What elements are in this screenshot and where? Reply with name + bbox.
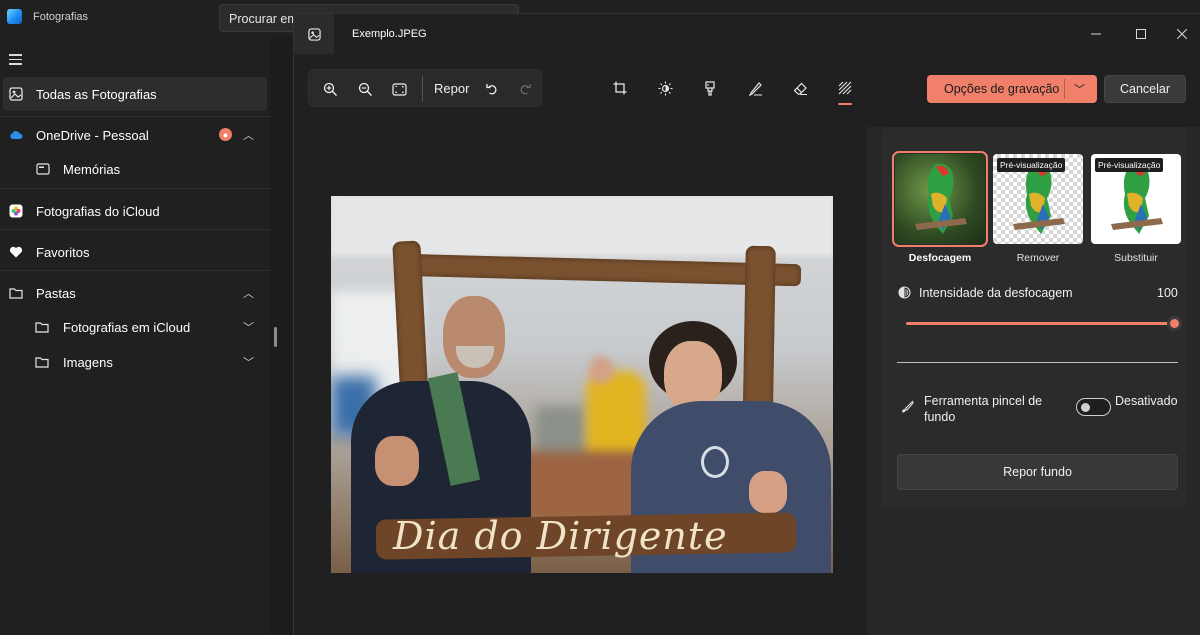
parrot-thumbnail — [915, 163, 967, 234]
brightness-icon[interactable] — [655, 78, 675, 98]
chevron-up-icon[interactable]: ︿ — [243, 127, 254, 143]
erase-icon[interactable] — [790, 78, 810, 98]
sidebar-item-label: Todas as Fotografias — [36, 86, 157, 102]
preview-tag: Pré-visualização — [1095, 158, 1164, 172]
background-icon[interactable] — [835, 78, 855, 98]
editor-window: Exemplo.JPEG Repor Opções de gravação ﹀ … — [293, 13, 1200, 635]
remove-option-label: Remover — [1016, 252, 1060, 264]
brush-tool-toggle[interactable] — [1076, 398, 1111, 416]
sidebar-item-folders[interactable]: Pastas ︿ — [0, 276, 270, 310]
intensity-slider-thumb[interactable] — [1166, 316, 1182, 331]
divider — [0, 116, 270, 117]
sync-status-badge: ● — [219, 128, 232, 141]
sidebar-item-label: Favoritos — [36, 244, 90, 260]
folder-icon — [35, 355, 49, 369]
crop-icon[interactable] — [610, 78, 630, 98]
sidebar-item-label: Fotografias em iCloud — [63, 319, 191, 335]
save-options-button[interactable]: Opções de gravação ﹀ — [927, 75, 1097, 103]
split-button-separator — [1064, 79, 1065, 99]
background-options-card: Desfocagem Pré-visualização Remover Pré-… — [882, 127, 1186, 507]
sidebar-item-favorites[interactable]: Favoritos — [0, 235, 270, 269]
sidebar-item-memories[interactable]: Memórias — [0, 152, 270, 186]
zoom-toolbar: Repor — [308, 69, 542, 107]
folder-icon — [35, 320, 49, 334]
divider — [0, 229, 270, 230]
photo-canvas[interactable]: Dia do Dirigente — [331, 196, 833, 573]
cancel-button[interactable]: Cancelar — [1104, 75, 1186, 103]
sidebar-item-label: Memórias — [63, 161, 121, 177]
blur-option[interactable] — [892, 151, 988, 247]
sidebar-item-label: Imagens — [63, 354, 113, 370]
fit-to-window-icon[interactable] — [389, 79, 409, 99]
scrollbar-thumb[interactable] — [274, 327, 277, 347]
markup-icon[interactable] — [745, 78, 765, 98]
reset-button[interactable]: Repor — [434, 81, 469, 96]
photos-app-icon — [7, 9, 22, 24]
sidebar-item-icloud[interactable]: Fotografias do iCloud — [0, 194, 270, 228]
memories-icon — [36, 162, 50, 176]
section-divider — [897, 362, 1178, 363]
intensity-value: 100 — [1157, 286, 1178, 300]
replace-option-label: Substituir — [1114, 252, 1158, 264]
sidebar-item-images[interactable]: Imagens ﹀ — [0, 345, 270, 379]
heart-icon — [9, 245, 23, 259]
photo-gallery-icon — [9, 87, 23, 101]
redo-icon[interactable] — [515, 79, 535, 99]
sidebar-item-label: Pastas — [36, 285, 76, 301]
toolbar-separator — [422, 76, 423, 102]
divider — [0, 188, 270, 189]
save-options-label: Opções de gravação — [944, 82, 1060, 96]
sidebar: Todas as Fotografias OneDrive - Pessoal … — [0, 36, 270, 635]
zoom-out-icon[interactable] — [355, 79, 375, 99]
active-tool-indicator — [838, 103, 852, 105]
chevron-up-icon[interactable]: ︿ — [243, 285, 254, 301]
chevron-down-icon[interactable]: ﹀ — [1074, 81, 1085, 97]
app-title: Fotografias — [33, 11, 89, 23]
maximize-icon[interactable] — [1133, 26, 1149, 42]
reset-background-button[interactable]: Repor fundo — [897, 454, 1178, 490]
blur-intensity-icon — [898, 286, 911, 299]
sidebar-item-label: Fotografias do iCloud — [36, 203, 160, 219]
background-panel: Desfocagem Pré-visualização Remover Pré-… — [867, 127, 1200, 635]
sidebar-item-icloud-folder[interactable]: Fotografias em iCloud ﹀ — [0, 310, 270, 344]
divider — [0, 270, 270, 271]
chevron-down-icon[interactable]: ﹀ — [243, 319, 254, 335]
hamburger-menu-icon[interactable] — [9, 54, 22, 65]
intensity-label: Intensidade da desfocagem — [919, 286, 1073, 300]
cloud-icon — [9, 128, 23, 142]
sidebar-item-all-photos[interactable]: Todas as Fotografias — [3, 77, 267, 111]
blur-option-label: Desfocagem — [908, 252, 972, 264]
preview-tag: Pré-visualização — [997, 158, 1066, 172]
intensity-slider-track[interactable] — [906, 322, 1174, 325]
sidebar-item-onedrive[interactable]: OneDrive - Pessoal ● ︿ — [0, 118, 270, 152]
minimize-icon[interactable] — [1088, 26, 1104, 42]
sidebar-item-label: OneDrive - Pessoal — [36, 127, 149, 143]
undo-icon[interactable] — [482, 79, 502, 99]
brush-tool-label: Ferramenta pincel de fundo — [924, 394, 1043, 424]
editor-file-name: Exemplo.JPEG — [352, 28, 427, 40]
remove-option[interactable]: Pré-visualização — [993, 154, 1083, 244]
editor-app-icon — [294, 14, 334, 54]
photo-caption-text: Dia do Dirigente — [393, 514, 728, 558]
icloud-photos-icon — [9, 204, 23, 218]
toggle-state-label: Desativado — [1115, 394, 1178, 408]
close-icon[interactable] — [1174, 26, 1190, 42]
folder-icon — [9, 286, 23, 300]
wooden-frame — [400, 253, 802, 287]
chevron-down-icon[interactable]: ﹀ — [243, 354, 254, 370]
brush-icon — [902, 400, 914, 413]
replace-option[interactable]: Pré-visualização — [1091, 154, 1181, 244]
zoom-in-icon[interactable] — [320, 79, 340, 99]
filter-icon[interactable] — [700, 78, 720, 98]
